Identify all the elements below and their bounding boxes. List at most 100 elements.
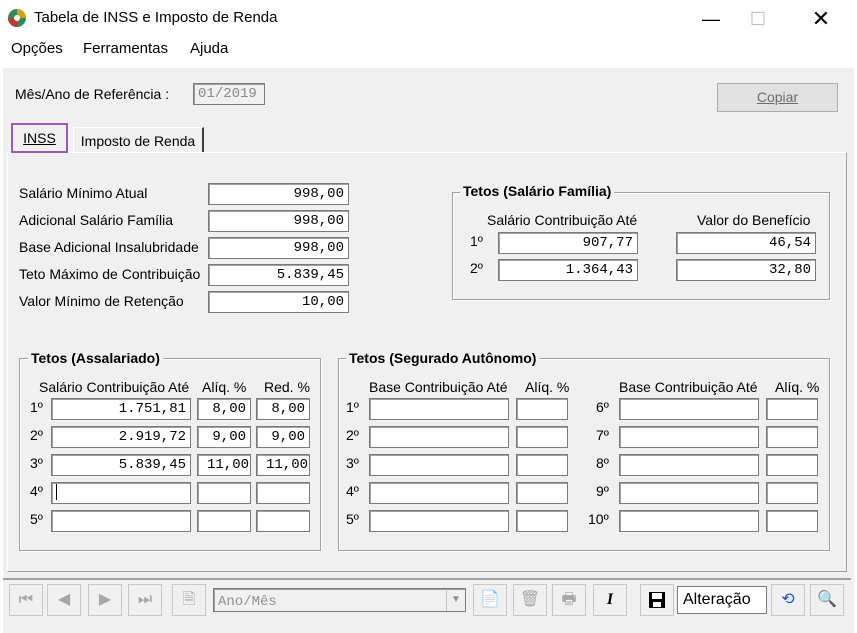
row-number: 4º: [30, 483, 43, 499]
assalariado-aliq-field[interactable]: [197, 482, 251, 504]
familia-valor-field[interactable]: 32,80: [676, 259, 816, 281]
param-field[interactable]: 998,00: [208, 237, 349, 259]
assalariado-red-field[interactable]: 9,00: [256, 426, 310, 448]
print-icon[interactable]: 🖶: [552, 584, 586, 616]
param-label: Base Adicional Insalubridade: [19, 239, 199, 255]
assalariado-ate-field[interactable]: 2.919,72: [51, 426, 191, 448]
row-number: 4º: [346, 483, 359, 499]
autonomo-aliq-field[interactable]: [516, 398, 568, 420]
reference-field[interactable]: 01/2019: [193, 83, 265, 105]
delete-icon[interactable]: 🗑: [513, 584, 547, 616]
assalariado-col-header: Salário Contribuição Até: [39, 379, 190, 395]
binoculars-icon[interactable]: 🔍: [810, 584, 844, 616]
autonomo-base-field[interactable]: [369, 482, 509, 504]
autonomo-base-field[interactable]: [369, 398, 509, 420]
assalariado-col-header: Alíq. %: [202, 379, 247, 395]
autonomo-aliq-field[interactable]: [516, 454, 568, 476]
param-field[interactable]: 998,00: [208, 183, 349, 205]
row-number: 1º: [470, 233, 483, 249]
first-record-icon[interactable]: ⏮: [9, 584, 43, 616]
autonomo-col-header: Base Contribuição Até: [369, 379, 508, 395]
undo-icon[interactable]: ⟲: [771, 584, 805, 616]
autonomo-base-field[interactable]: [369, 454, 509, 476]
param-field[interactable]: 998,00: [208, 210, 349, 232]
autonomo-col-header: Base Contribuição Até: [619, 379, 758, 395]
row-number: 6º: [596, 399, 609, 415]
familia-col-header: Salário Contribuição Até: [487, 212, 638, 228]
autonomo-aliq-field[interactable]: [766, 398, 818, 420]
italic-edit-icon[interactable]: I: [593, 584, 627, 616]
familia-col-header: Valor do Benefício: [697, 212, 811, 228]
menu-opcoes[interactable]: Opções: [11, 40, 63, 57]
row-number: 3º: [346, 455, 359, 471]
autonomo-base-field[interactable]: [619, 426, 759, 448]
autonomo-base-field[interactable]: [619, 510, 759, 532]
autonomo-aliq-field[interactable]: [516, 482, 568, 504]
assalariado-col-header: Red. %: [264, 379, 310, 395]
tab-inss-label: INSS: [23, 130, 56, 146]
status-field: Alteração: [677, 586, 767, 614]
assalariado-ate-field[interactable]: [51, 510, 191, 532]
row-number: 2º: [30, 427, 43, 443]
maximize-button[interactable]: ☐: [735, 6, 781, 32]
next-record-icon[interactable]: ▶: [88, 584, 122, 616]
autonomo-col-header: Alíq. %: [775, 379, 820, 395]
row-number: 5º: [346, 511, 359, 527]
autonomo-base-field[interactable]: [369, 426, 509, 448]
menu-ajuda[interactable]: Ajuda: [190, 40, 228, 57]
assalariado-aliq-field[interactable]: [197, 510, 251, 532]
save-icon[interactable]: [640, 584, 674, 616]
search-combo[interactable]: Ano/Mês ▼: [213, 588, 466, 612]
text-cursor: [56, 484, 57, 501]
assalariado-red-field[interactable]: [256, 510, 310, 532]
param-field[interactable]: 10,00: [208, 291, 349, 313]
param-label: Teto Máximo de Contribuição: [19, 266, 201, 282]
row-number: 1º: [346, 399, 359, 415]
row-number: 8º: [596, 455, 609, 471]
assalariado-ate-field[interactable]: 5.839,45: [51, 454, 191, 476]
autonomo-aliq-field[interactable]: [766, 510, 818, 532]
autonomo-aliq-field[interactable]: [766, 426, 818, 448]
param-label: Adicional Salário Família: [19, 212, 174, 228]
window-title: Tabela de INSS e Imposto de Renda: [34, 9, 278, 26]
tab-inss[interactable]: INSS: [11, 123, 68, 153]
row-number: 2º: [470, 260, 483, 276]
autonomo-base-field[interactable]: [619, 454, 759, 476]
last-record-icon[interactable]: ⏭: [128, 584, 162, 616]
row-number: 1º: [30, 399, 43, 415]
previous-record-icon[interactable]: ◀: [47, 584, 81, 616]
row-number: 5º: [30, 511, 43, 527]
assalariado-aliq-field[interactable]: 9,00: [197, 426, 251, 448]
autonomo-aliq-field[interactable]: [516, 426, 568, 448]
close-button[interactable]: ✕: [798, 6, 844, 32]
assalariado-title: Tetos (Assalariado): [28, 350, 163, 366]
new-document-icon[interactable]: 🗎: [172, 584, 206, 616]
familia-valor-field[interactable]: 46,54: [676, 232, 816, 254]
autonomo-title: Tetos (Segurado Autônomo): [346, 350, 540, 366]
minimize-button[interactable]: —: [688, 6, 734, 32]
autonomo-col-header: Alíq. %: [525, 379, 570, 395]
assalariado-red-field[interactable]: 8,00: [256, 398, 310, 420]
autonomo-base-field[interactable]: [619, 482, 759, 504]
autonomo-aliq-field[interactable]: [766, 454, 818, 476]
familia-ate-field[interactable]: 907,77: [498, 232, 638, 254]
assalariado-red-field[interactable]: [256, 482, 310, 504]
tab-imposto-de-renda[interactable]: Imposto de Renda: [73, 127, 204, 152]
autonomo-aliq-field[interactable]: [766, 482, 818, 504]
chevron-down-icon[interactable]: ▼: [446, 589, 465, 611]
assalariado-ate-field[interactable]: 1.751,81: [51, 398, 191, 420]
familia-ate-field[interactable]: 1.364,43: [498, 259, 638, 281]
param-label: Valor Mínimo de Retenção: [19, 293, 184, 309]
report-icon[interactable]: 📄: [473, 584, 507, 616]
assalariado-ate-field[interactable]: [51, 482, 191, 504]
assalariado-red-field[interactable]: 11,00: [256, 454, 310, 476]
assalariado-aliq-field[interactable]: 11,00: [197, 454, 251, 476]
param-field[interactable]: 5.839,45: [208, 264, 349, 286]
autonomo-base-field[interactable]: [369, 510, 509, 532]
menu-ferramentas[interactable]: Ferramentas: [83, 40, 168, 57]
row-number: 7º: [596, 427, 609, 443]
assalariado-aliq-field[interactable]: 8,00: [197, 398, 251, 420]
autonomo-aliq-field[interactable]: [516, 510, 568, 532]
copy-button[interactable]: Copiar: [717, 83, 838, 112]
autonomo-base-field[interactable]: [619, 398, 759, 420]
